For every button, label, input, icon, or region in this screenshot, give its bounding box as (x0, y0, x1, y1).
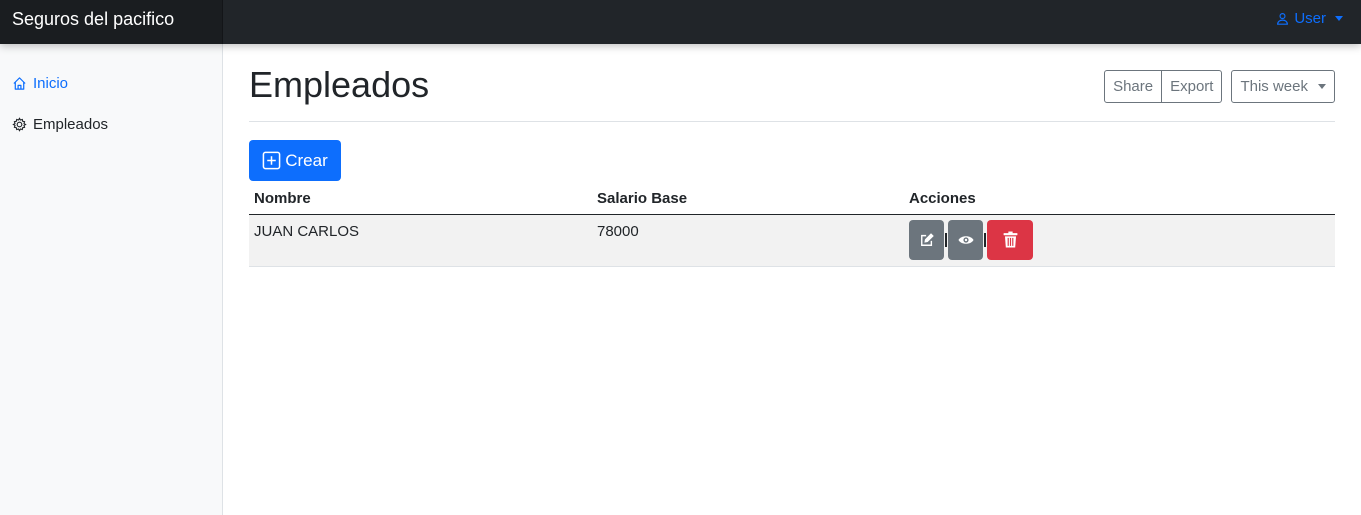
column-header-salario: Salario Base (592, 185, 904, 215)
user-menu[interactable]: User (1276, 0, 1343, 36)
period-dropdown[interactable]: This week (1231, 70, 1335, 103)
title-divider (249, 121, 1335, 122)
sidebar-item-empleados[interactable]: Empleados (0, 113, 222, 135)
chevron-down-icon (1318, 84, 1326, 89)
delete-button[interactable] (987, 219, 1033, 260)
gear-icon (12, 116, 27, 132)
chevron-down-icon (1335, 15, 1343, 21)
user-menu-label: User (1294, 9, 1326, 27)
share-button[interactable]: Share (1104, 70, 1163, 103)
column-header-acciones: Acciones (904, 185, 1335, 215)
sidebar-item-label: Empleados (33, 115, 109, 133)
sidebar-item-label: Inicio (33, 74, 69, 92)
row-actions (909, 219, 1330, 260)
brand-title[interactable]: Seguros del pacifico (0, 0, 223, 44)
cell-salario: 78000 (592, 214, 904, 267)
eye-icon (958, 234, 974, 246)
sidebar: Inicio Empleados (0, 44, 223, 515)
top-navbar: Seguros del pacifico User (0, 0, 1361, 44)
create-button-label: Crear (285, 150, 328, 170)
action-separator (945, 232, 947, 247)
page-toolbar: Share Export This week (1104, 70, 1335, 103)
table-header-row: Nombre Salario Base Acciones (249, 185, 1335, 215)
employees-table: Nombre Salario Base Acciones JUAN CARLOS… (249, 185, 1335, 267)
cell-acciones (904, 214, 1335, 267)
home-icon (12, 76, 27, 91)
share-export-group: Share Export (1104, 70, 1223, 103)
export-button[interactable]: Export (1161, 70, 1223, 103)
action-separator (984, 232, 986, 247)
create-button[interactable]: Crear (249, 140, 341, 181)
edit-icon (920, 232, 934, 247)
trash-icon (1003, 231, 1018, 248)
column-header-nombre: Nombre (249, 185, 592, 215)
person-icon (1276, 12, 1289, 25)
view-button[interactable] (948, 219, 983, 260)
page-title: Empleados (249, 64, 430, 105)
period-dropdown-label: This week (1240, 78, 1308, 95)
cell-nombre: JUAN CARLOS (249, 214, 592, 267)
plus-square-icon (262, 151, 281, 170)
sidebar-item-inicio[interactable]: Inicio (0, 72, 222, 94)
table-row: JUAN CARLOS 78000 (249, 214, 1335, 267)
edit-button[interactable] (909, 219, 944, 260)
